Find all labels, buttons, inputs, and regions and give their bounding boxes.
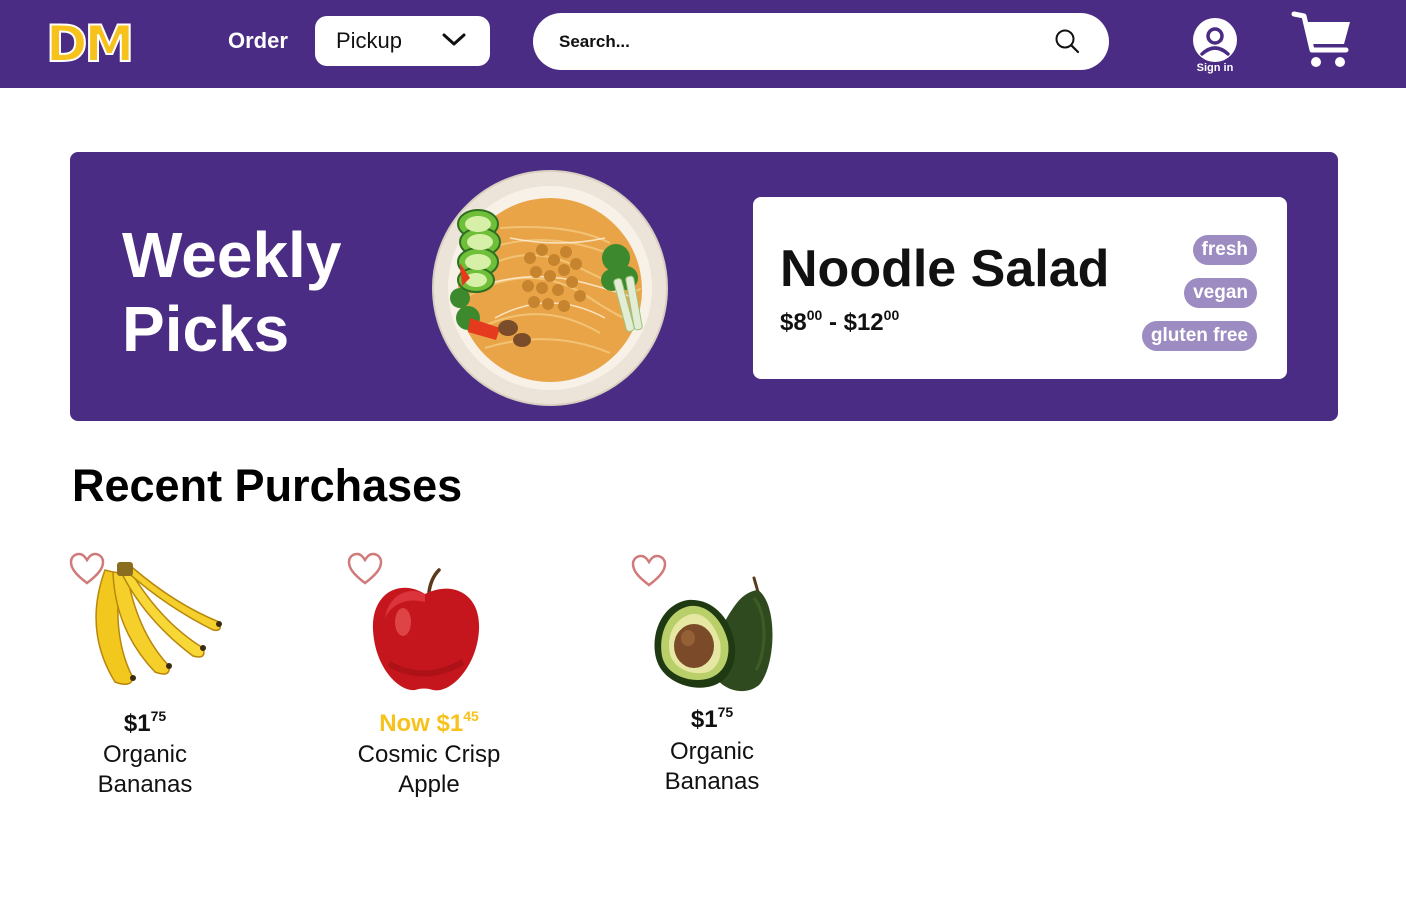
noodle-salad-image[interactable] (430, 168, 670, 413)
avocado-image (652, 574, 776, 699)
tag-gluten-free: gluten free (1141, 321, 1257, 351)
cart-icon[interactable] (1290, 10, 1354, 75)
banner-title: Weekly Picks (122, 219, 342, 365)
product-price: $175 (123, 708, 167, 737)
order-mode-dropdown[interactable]: Pickup (315, 16, 490, 66)
product-card-bananas[interactable]: $175 Organic Bananas (45, 550, 245, 800)
product-price: $175 (690, 704, 734, 733)
user-icon (1193, 18, 1237, 62)
order-mode-value: Pickup (336, 28, 403, 53)
search-input[interactable] (557, 27, 1031, 57)
search-bar (533, 13, 1109, 70)
chevron-down-icon (442, 33, 466, 52)
tag-vegan: vegan (1184, 278, 1257, 308)
bananas-image (75, 560, 223, 695)
product-sale-price: Now $145 (379, 708, 479, 737)
featured-item-card[interactable]: Noodle Salad $800 - $1200 fresh vegan gl… (753, 197, 1287, 379)
featured-item-price: $800 - $1200 (780, 307, 900, 336)
order-label: Order (228, 28, 288, 53)
top-nav-bar: DM Order Pickup Sign in (0, 0, 1406, 88)
apple-image (369, 568, 481, 699)
product-name: Organic Bananas (97, 741, 193, 798)
sign-in-button[interactable]: Sign in (1186, 18, 1244, 78)
product-card-avocado[interactable]: $175 Organic Bananas (612, 550, 812, 800)
sign-in-label: Sign in (1196, 62, 1234, 74)
recent-purchases-heading: Recent Purchases (72, 460, 463, 511)
featured-item-name: Noodle Salad (780, 240, 1110, 298)
product-name: Cosmic Crisp Apple (357, 741, 501, 798)
weekly-picks-banner: Weekly Picks Noodle Salad $800 - $1200 f… (70, 152, 1338, 421)
product-card-apple[interactable]: Now $145 Cosmic Crisp Apple (329, 550, 529, 800)
tag-fresh: fresh (1192, 235, 1257, 265)
product-name: Organic Bananas (664, 738, 760, 795)
search-icon[interactable] (1054, 28, 1080, 59)
store-logo[interactable]: DM (45, 14, 135, 74)
